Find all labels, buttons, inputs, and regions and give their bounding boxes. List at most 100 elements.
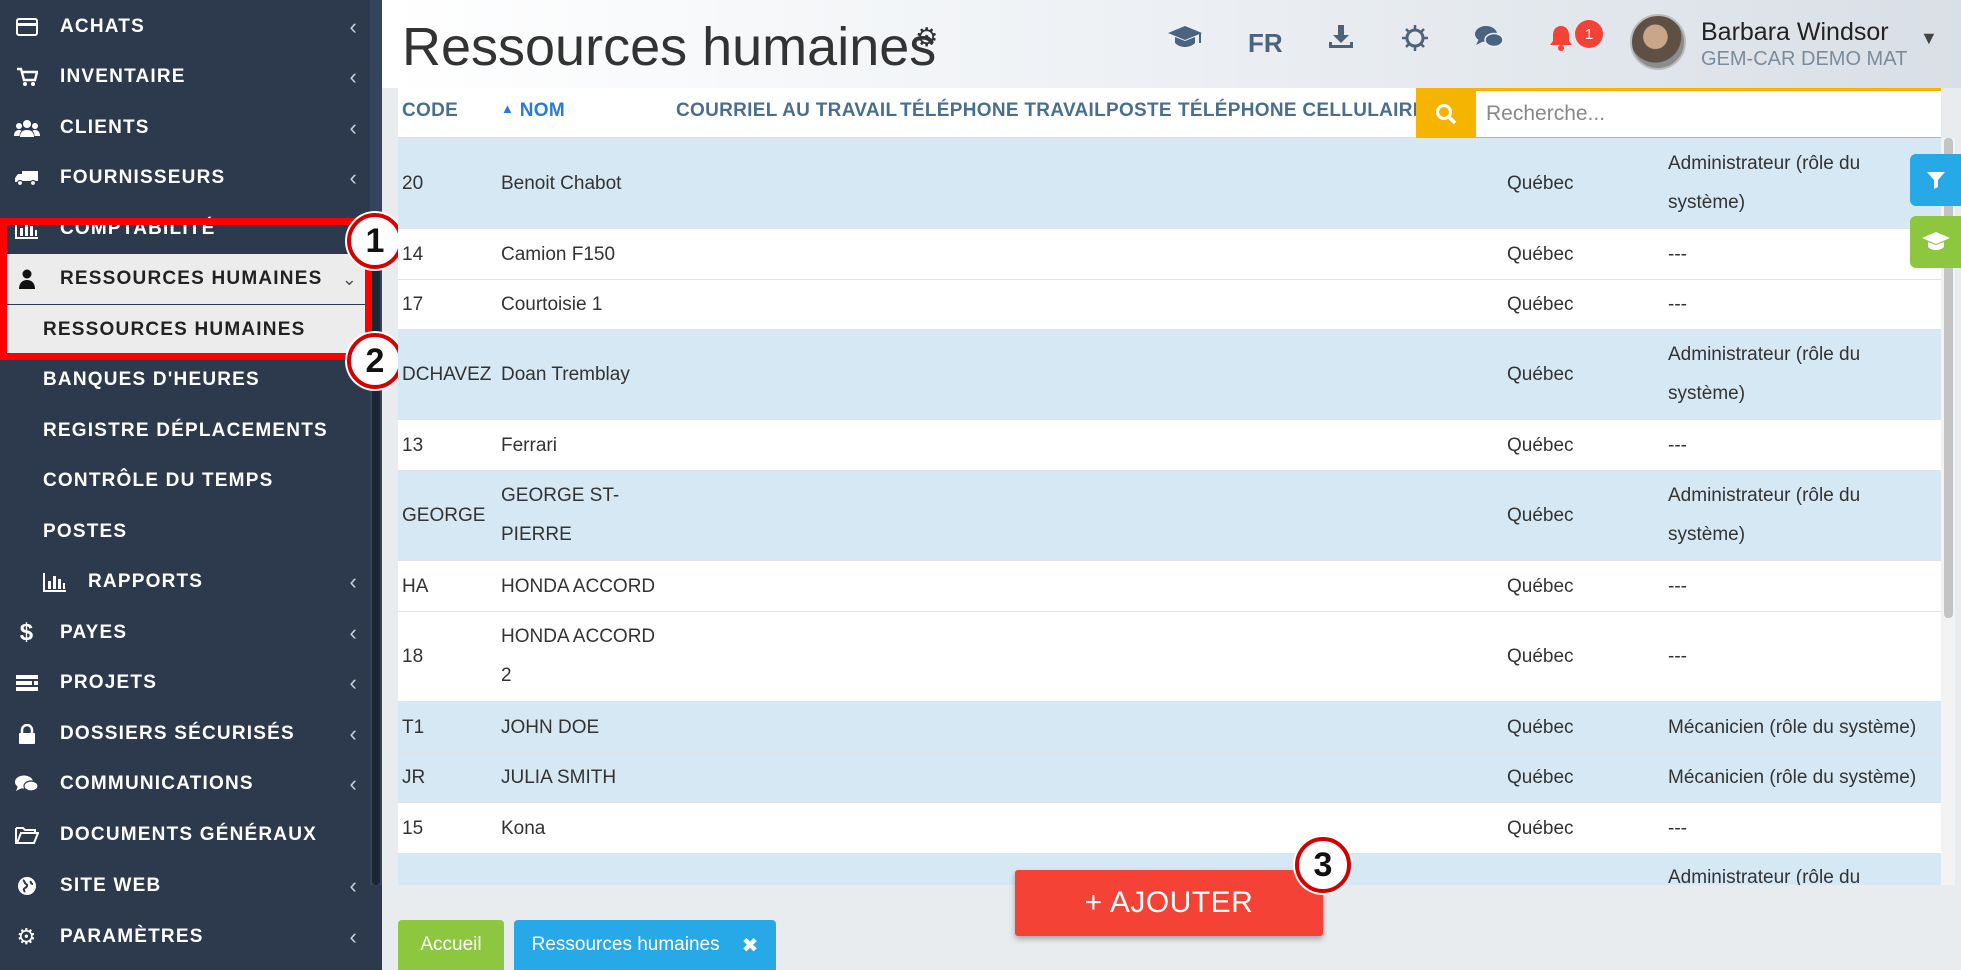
sidebar-item-clients[interactable]: CLIENTS ‹ (0, 103, 370, 153)
truck-icon (14, 165, 40, 191)
credit-card-icon (14, 14, 40, 40)
tab-ressources-humaines[interactable]: Ressources humaines ✖ (514, 920, 776, 970)
table-row[interactable]: 18 HONDA ACCORD 2 Québec --- (398, 612, 1941, 702)
user-name[interactable]: Barbara Windsor (1701, 18, 1889, 47)
sidebar-subitem-registre-deplacements[interactable]: REGISTRE DÉPLACEMENTS (0, 406, 370, 456)
lock-icon (14, 721, 40, 747)
column-poste[interactable]: POSTE (1106, 100, 1172, 122)
table-header: CODE ▲ NOM COURRIEL AU TRAVAIL TÉLÉPHONE… (398, 88, 1941, 140)
table-row[interactable]: DCHAVEZ Doan Tremblay Québec Administrat… (398, 330, 1941, 420)
sidebar-item-parametres[interactable]: ⚙ PARAMÈTRES ‹ (0, 912, 370, 962)
lightbulb-icon[interactable] (1401, 24, 1429, 59)
cell-role: Administrateur (rôle du (1668, 867, 1861, 885)
tutorial-button[interactable] (1910, 216, 1961, 268)
cell-code: T1 (402, 717, 425, 738)
table-row[interactable]: 20 Benoit Chabot Québec Administrateur (… (398, 138, 1941, 229)
sidebar-subitem-rapports[interactable]: RAPPORTS ‹ (0, 557, 370, 607)
bell-icon[interactable] (1548, 24, 1574, 59)
tab-label: Ressources humaines (531, 934, 720, 955)
comments-icon[interactable] (1474, 24, 1504, 57)
sidebar-item-inventaire[interactable]: INVENTAIRE ‹ (0, 52, 370, 102)
cell-role: --- (1668, 646, 1687, 667)
sidebar-item-payes[interactable]: $ PAYES ‹ (0, 608, 370, 658)
download-icon[interactable] (1328, 24, 1354, 57)
cell-province: Québec (1507, 244, 1574, 265)
chevron-left-icon: ‹ (349, 873, 358, 898)
sidebar-item-projets[interactable]: PROJETS ‹ (0, 658, 370, 708)
search-button[interactable] (1416, 88, 1476, 140)
filter-button[interactable] (1910, 154, 1961, 206)
cell-code: 13 (402, 435, 424, 456)
table-scroll-thumb[interactable] (1944, 138, 1953, 618)
sidebar-item-label: BANQUES D'HEURES (43, 369, 260, 390)
sidebar-item-achats[interactable]: ACHATS ‹ (0, 2, 370, 52)
sidebar-item-label: PAYES (60, 622, 128, 643)
add-button[interactable]: + AJOUTER (1015, 870, 1323, 936)
table-row[interactable]: 14 Camion F150 Québec --- (398, 229, 1941, 280)
sidebar-item-dossiers-securises[interactable]: DOSSIERS SÉCURISÉS ‹ (0, 709, 370, 759)
sidebar-subitem-banques-heures[interactable]: BANQUES D'HEURES (0, 355, 370, 405)
language-toggle[interactable]: FR (1248, 28, 1283, 59)
cell-code: 17 (402, 294, 424, 315)
column-nom[interactable]: ▲ NOM (501, 100, 565, 122)
table-row[interactable]: HA HONDA ACCORD Québec --- (398, 561, 1941, 612)
step-badge-2: 2 (347, 333, 403, 389)
sidebar-item-label: DOCUMENTS GÉNÉRAUX (60, 824, 318, 845)
sidebar-item-label: CONTRÔLE DU TEMPS (43, 470, 274, 491)
graduation-cap-icon[interactable] (1167, 24, 1203, 57)
sidebar-item-documents-generaux[interactable]: DOCUMENTS GÉNÉRAUX (0, 810, 370, 860)
cell-role: Administrateur (rôle du système) (1668, 344, 1861, 404)
sidebar-item-fournisseurs[interactable]: FOURNISSEURS ‹ (0, 153, 370, 203)
cell-nom: Kona (501, 818, 546, 839)
sidebar-item-label: ACHATS (60, 16, 145, 37)
filter-icon (1926, 172, 1945, 189)
chevron-left-icon: ‹ (349, 14, 358, 39)
column-telephone-travail[interactable]: TÉLÉPHONE TRAVAIL (900, 100, 1106, 122)
cell-province: Québec (1507, 646, 1574, 667)
gear-icon[interactable]: ⚙ (915, 22, 938, 53)
column-telephone-cellulaire[interactable]: TÉLÉPHONE CELLULAIRE (1178, 100, 1426, 122)
cell-role: --- (1668, 294, 1687, 315)
search-input[interactable] (1476, 88, 1941, 140)
cell-nom: Camion F150 (501, 244, 616, 265)
tab-accueil[interactable]: Accueil (398, 920, 504, 970)
cell-province: Québec (1507, 576, 1574, 597)
avatar[interactable] (1630, 14, 1686, 70)
cell-code: HA (402, 576, 429, 597)
sidebar-item-label: REGISTRE DÉPLACEMENTS (43, 420, 328, 441)
caret-down-icon[interactable]: ▼ (1920, 28, 1938, 49)
chevron-left-icon: ‹ (349, 64, 358, 89)
chevron-left-icon: ‹ (349, 771, 358, 796)
sidebar-item-communications[interactable]: COMMUNICATIONS ‹ (0, 759, 370, 809)
sidebar-item-label: SITE WEB (60, 875, 162, 896)
sidebar-subitem-postes[interactable]: POSTES (0, 507, 370, 557)
top-header: Ressources humaines ⚙ FR 1 Barbara Winds… (382, 0, 1961, 88)
cell-code: 15 (402, 818, 424, 839)
table-row[interactable]: 13 Ferrari Québec --- (398, 420, 1941, 471)
table-row[interactable]: 15 Kona Québec --- (398, 803, 1941, 854)
cell-code: GEORGE (402, 505, 486, 526)
close-icon[interactable]: ✖ (742, 933, 759, 958)
table-row[interactable]: JR JULIA SMITH Québec Mécanicien (rôle d… (398, 753, 1941, 803)
table-row[interactable]: GEORGE GEORGE ST-PIERRE Québec Administr… (398, 471, 1941, 561)
sidebar-item-site-web[interactable]: SITE WEB ‹ (0, 861, 370, 911)
folder-open-icon (14, 822, 40, 848)
cell-nom: Doan Tremblay (501, 364, 630, 385)
sidebar-scrollbar[interactable] (370, 0, 382, 885)
page-title: Ressources humaines (402, 17, 937, 77)
cell-province: Québec (1507, 435, 1574, 456)
chevron-left-icon: ‹ (349, 115, 358, 140)
sidebar-item-label: PROJETS (60, 672, 158, 693)
user-company: GEM-CAR DEMO MAT (1701, 48, 1908, 70)
cell-nom: HONDA ACCORD 2 (501, 626, 656, 686)
column-courriel[interactable]: COURRIEL AU TRAVAIL (676, 100, 897, 122)
graduation-cap-icon (1921, 232, 1950, 250)
sidebar-item-label: PARAMÈTRES (60, 926, 204, 947)
table-row[interactable]: T1 JOHN DOE Québec Mécanicien (rôle du s… (398, 702, 1941, 753)
column-code[interactable]: CODE (402, 100, 458, 122)
sidebar-subitem-controle-temps[interactable]: CONTRÔLE DU TEMPS (0, 456, 370, 506)
table-row[interactable]: 17 Courtoisie 1 Québec --- (398, 280, 1941, 330)
cell-province: Québec (1507, 173, 1574, 194)
cart-icon (14, 64, 40, 90)
cell-role: Administrateur (rôle du système) (1668, 485, 1861, 545)
